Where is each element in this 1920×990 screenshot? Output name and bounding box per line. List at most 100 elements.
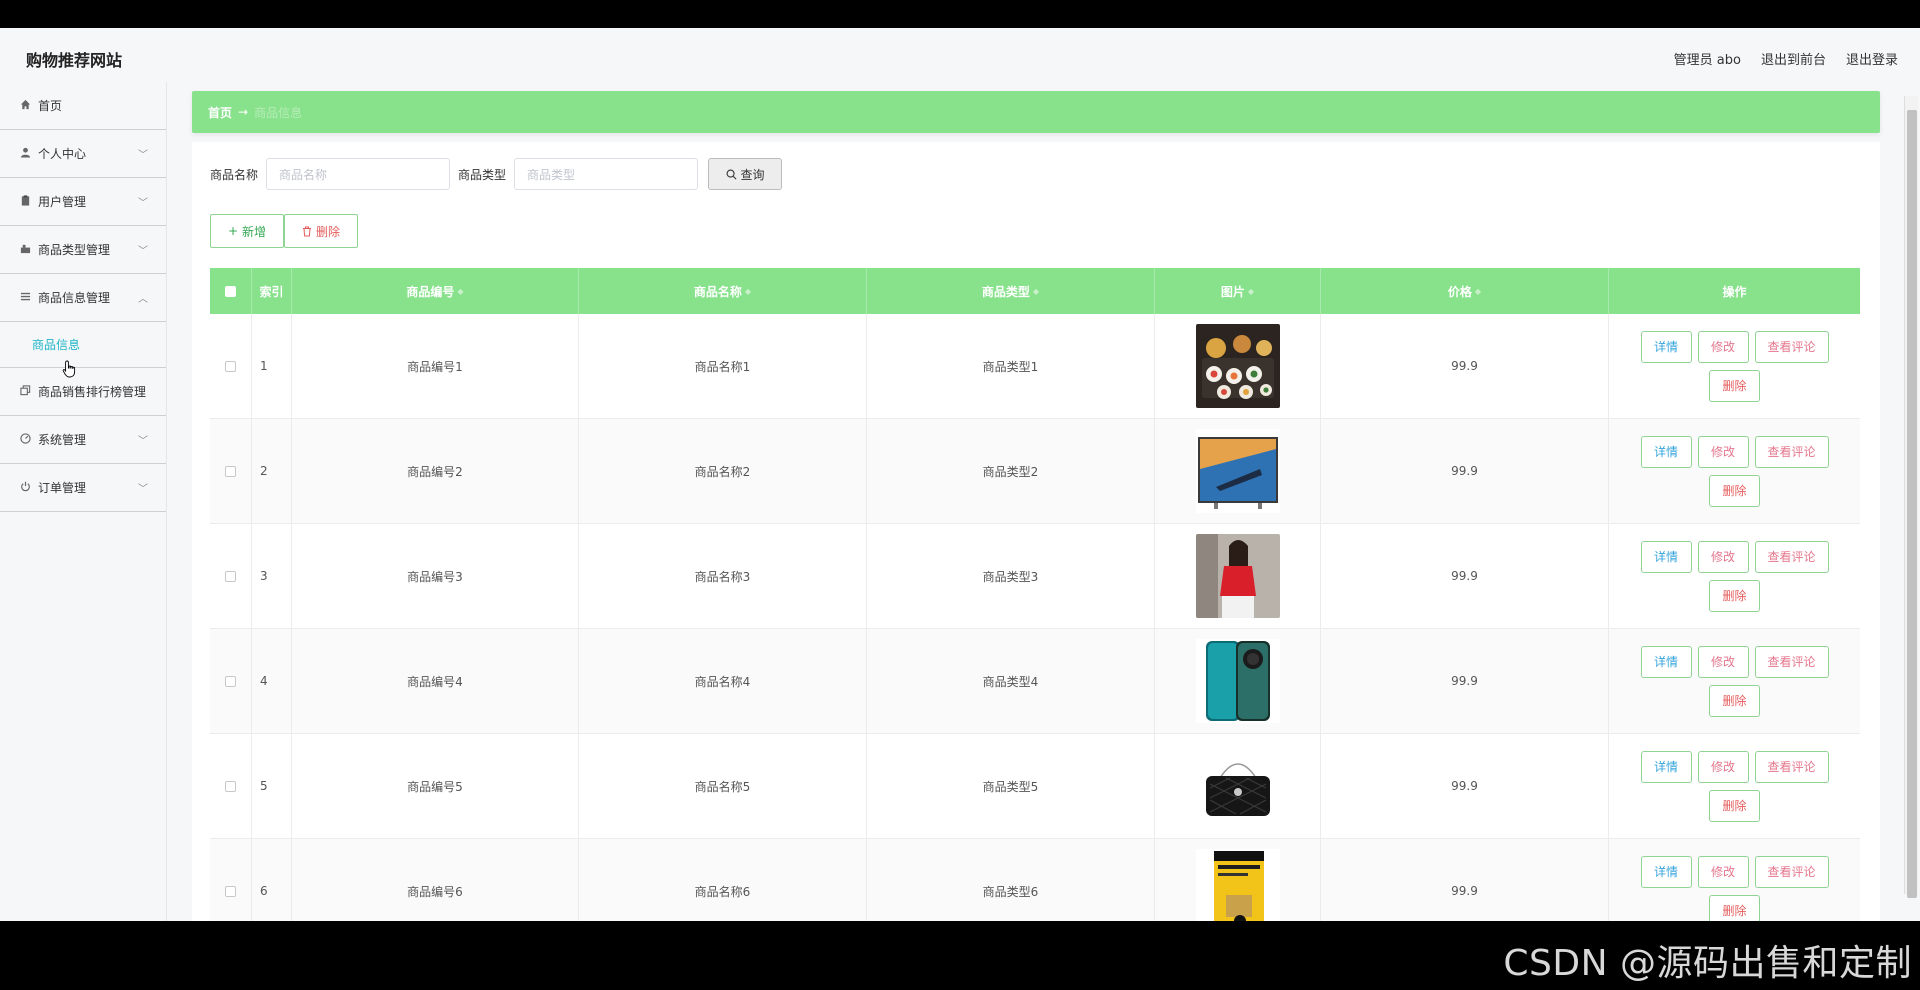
chevron-up-icon: ︿ [138, 294, 148, 305]
sidebar-item-personal-center[interactable]: 个人中心 ﹀ [0, 130, 166, 178]
table-row: 2 商品编号2 商品名称2 商品类型2 99.9 详情 修改 查看评论 删除 [210, 419, 1860, 524]
red-top-photo[interactable] [1195, 534, 1280, 618]
name-cell: 商品名称5 [579, 734, 867, 838]
sort-icon: ◆ [1247, 286, 1255, 296]
edit-button[interactable]: 修改 [1697, 855, 1749, 888]
page-scrollbar[interactable] [1904, 96, 1918, 898]
gauge-icon [18, 432, 32, 447]
content-panel: 商品名称 商品类型 查询 + 新增 删除 [192, 142, 1880, 921]
detail-button[interactable]: 详情 [1640, 750, 1692, 783]
type-cell: 商品类型5 [867, 734, 1155, 838]
back-to-front-link[interactable]: 退出到前台 [1761, 49, 1826, 68]
image-cell [1155, 419, 1321, 523]
col-code-label: 商品编号 [406, 284, 455, 299]
view-reviews-button[interactable]: 查看评论 [1754, 435, 1829, 468]
edit-button[interactable]: 修改 [1697, 750, 1749, 783]
view-reviews-button[interactable]: 查看评论 [1754, 330, 1829, 363]
col-code[interactable]: 商品编号 ◆ [292, 268, 579, 314]
add-button[interactable]: + 新增 [210, 214, 284, 248]
view-reviews-button[interactable]: 查看评论 [1754, 645, 1829, 678]
row-checkbox[interactable] [225, 465, 236, 477]
index-cell: 6 [252, 839, 292, 921]
price-cell: 99.9 [1321, 524, 1609, 628]
sidebar-item-label: 商品信息管理 [38, 291, 111, 305]
query-button[interactable]: 查询 [708, 158, 783, 190]
sort-icon: ◆ [1474, 286, 1482, 296]
delete-button[interactable]: 删除 [1709, 894, 1760, 921]
detail-button[interactable]: 详情 [1640, 855, 1692, 888]
delete-button[interactable]: 删除 [1709, 789, 1760, 822]
row-checkbox[interactable] [225, 780, 236, 792]
home-icon [18, 99, 32, 113]
delete-button[interactable]: 删除 [1709, 369, 1760, 402]
image-cell [1155, 839, 1321, 921]
col-image[interactable]: 图片 ◆ [1155, 268, 1321, 314]
row-checkbox[interactable] [225, 570, 236, 582]
sidebar-item-system-management[interactable]: 系统管理 ﹀ [0, 416, 166, 464]
breadcrumb-home[interactable]: 首页 [208, 104, 232, 121]
edit-button[interactable]: 修改 [1697, 330, 1749, 363]
search-bar: 商品名称 商品类型 查询 [210, 158, 783, 190]
smartphone-photo[interactable] [1195, 639, 1280, 723]
sidebar-item-sales-ranking-management[interactable]: 商品销售排行榜管理 [0, 368, 166, 416]
logout-link[interactable]: 退出登录 [1846, 49, 1898, 68]
television-photo[interactable] [1195, 429, 1280, 513]
book-photo[interactable] [1195, 849, 1280, 921]
select-all-cell [210, 268, 252, 314]
col-type[interactable]: 商品类型 ◆ [867, 268, 1155, 314]
name-cell: 商品名称2 [579, 419, 867, 523]
sidebar-subitem-product-info[interactable]: 商品信息 [0, 322, 166, 368]
delete-button[interactable]: 删除 [1709, 579, 1760, 612]
row-checkbox[interactable] [225, 675, 236, 687]
ops-cell: 详情 修改 查看评论 删除 [1609, 524, 1860, 628]
row-checkbox[interactable] [225, 885, 236, 897]
table-row: 5 商品编号5 商品名称5 商品类型5 99.9 详情 修改 查看评论 删除 [210, 734, 1860, 839]
col-type-label: 商品类型 [981, 284, 1030, 299]
sidebar-item-product-info-management[interactable]: 商品信息管理 ︿ [0, 274, 166, 322]
site-title: 购物推荐网站 [26, 51, 123, 70]
view-reviews-button[interactable]: 查看评论 [1754, 540, 1829, 573]
bulk-delete-button[interactable]: 删除 [284, 214, 358, 248]
product-type-input[interactable] [514, 158, 699, 190]
type-cell: 商品类型4 [867, 629, 1155, 733]
sidebar-item-home[interactable]: 首页 [0, 82, 166, 130]
ops-cell: 详情 修改 查看评论 删除 [1609, 629, 1860, 733]
sidebar-item-user-management[interactable]: 用户管理 ﹀ [0, 178, 166, 226]
sidebar-item-category-management[interactable]: 商品类型管理 ﹀ [0, 226, 166, 274]
code-cell: 商品编号6 [292, 839, 579, 921]
index-cell: 1 [252, 314, 292, 418]
col-ops-label: 操作 [1722, 284, 1747, 299]
view-reviews-button[interactable]: 查看评论 [1754, 750, 1829, 783]
handbag-photo[interactable] [1195, 744, 1280, 828]
sidebar-item-label: 首页 [38, 99, 63, 113]
price-cell: 99.9 [1321, 839, 1609, 921]
detail-button[interactable]: 详情 [1640, 330, 1692, 363]
sushi-photo[interactable] [1195, 324, 1280, 408]
table-row: 3 商品编号3 商品名称3 商品类型3 99.9 详情 修改 查看评论 删除 [210, 524, 1860, 629]
view-reviews-button[interactable]: 查看评论 [1754, 855, 1829, 888]
select-all-checkbox[interactable] [225, 285, 236, 297]
col-price[interactable]: 价格 ◆ [1321, 268, 1609, 314]
col-name[interactable]: 商品名称 ◆ [579, 268, 867, 314]
chevron-down-icon: ﹀ [138, 150, 148, 161]
code-cell: 商品编号4 [292, 629, 579, 733]
edit-button[interactable]: 修改 [1697, 645, 1749, 678]
price-cell: 99.9 [1321, 314, 1609, 418]
copy-icon [18, 384, 32, 399]
edit-button[interactable]: 修改 [1697, 435, 1749, 468]
detail-button[interactable]: 详情 [1640, 540, 1692, 573]
image-cell [1155, 314, 1321, 418]
breadcrumb: 首页 → 商品信息 [192, 91, 1880, 133]
edit-button[interactable]: 修改 [1697, 540, 1749, 573]
scrollbar-thumb[interactable] [1907, 110, 1917, 898]
detail-button[interactable]: 详情 [1640, 645, 1692, 678]
product-name-input[interactable] [266, 158, 451, 190]
delete-button[interactable]: 删除 [1709, 684, 1760, 717]
sidebar-item-label: 订单管理 [38, 481, 87, 495]
sidebar-item-order-management[interactable]: 订单管理 ﹀ [0, 464, 166, 512]
delete-button[interactable]: 删除 [1709, 474, 1760, 507]
detail-button[interactable]: 详情 [1640, 435, 1692, 468]
col-image-label: 图片 [1220, 284, 1245, 299]
row-checkbox[interactable] [225, 360, 236, 372]
product-name-label: 商品名称 [210, 167, 259, 182]
